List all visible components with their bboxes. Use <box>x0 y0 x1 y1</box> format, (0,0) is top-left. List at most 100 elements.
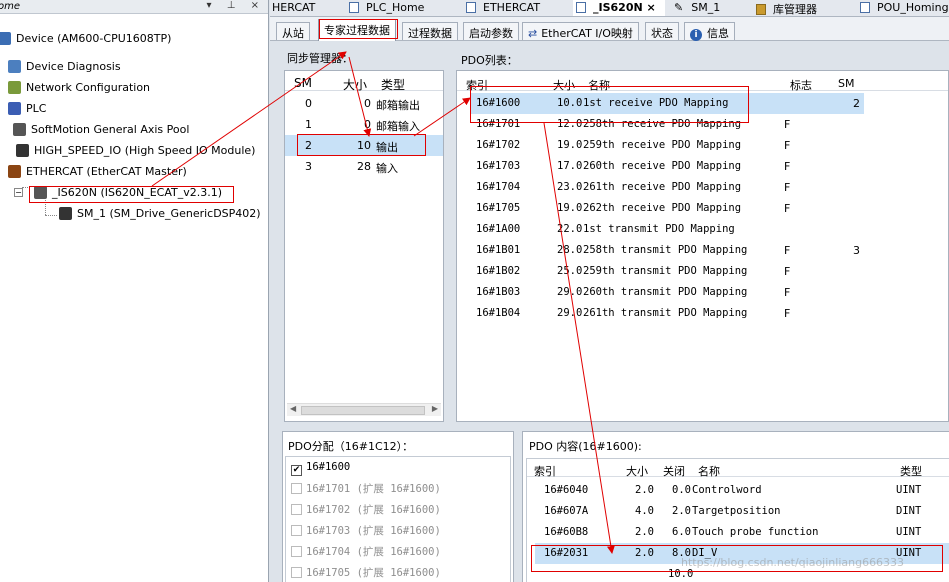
checkbox-icon[interactable] <box>291 525 302 536</box>
checkbox-icon[interactable] <box>291 546 302 557</box>
tab-process-data[interactable]: 过程数据 <box>402 22 458 40</box>
tree-node[interactable]: Device (AM600-CPU1608TP) <box>0 32 171 52</box>
tree-node[interactable]: SM_1 (SM_Drive_GenericDSP402) <box>59 207 261 227</box>
pdo-size: 25.0 <box>557 265 583 277</box>
pdo-list-row[interactable]: 16#1701 12.0 258th receive PDO Mapping F <box>457 114 948 135</box>
pdo-assign-item[interactable]: 16#1703 (扩展 16#1600) <box>291 523 441 544</box>
sync-manager-row[interactable]: 1 0 邮箱输入 <box>285 114 443 135</box>
pdo-size: 29.0 <box>557 286 583 298</box>
column-header-sm[interactable]: SM <box>838 77 854 90</box>
tab-label: 过程数据 <box>408 27 452 40</box>
entry-index: 16#607A <box>544 505 589 517</box>
sync-manager-row[interactable]: 2 10 输出 <box>285 135 443 156</box>
tab-startup-parameters[interactable]: 启动参数 <box>463 22 519 40</box>
pdo-flag: F <box>784 307 791 320</box>
tab-ethercat-partial[interactable]: HERCAT <box>272 0 315 16</box>
pdo-list-row[interactable]: 16#1705 19.0 262th receive PDO Mapping F <box>457 198 948 219</box>
checkbox-icon[interactable] <box>291 504 302 515</box>
ethercat-master-icon <box>8 165 21 178</box>
tab-ethercat-io-mapping[interactable]: ⇄ EtherCAT I/O映射 <box>522 22 639 40</box>
tree-node[interactable]: _IS620N (IS620N_ECAT_v2.3.1) <box>34 186 222 206</box>
tab-label: PLC_Home <box>366 1 425 14</box>
pdo-assign-item[interactable]: 16#1702 (扩展 16#1600) <box>291 502 441 523</box>
sync-manager-row[interactable]: 3 28 输入 <box>285 156 443 177</box>
tab-slave[interactable]: 从站 <box>276 22 310 40</box>
column-header-flags[interactable]: 标志 <box>790 77 812 93</box>
column-header-name[interactable]: 名称 <box>588 77 610 93</box>
pdo-size: 19.0 <box>557 202 583 214</box>
pdo-sm: 2 <box>853 97 860 110</box>
pdo-content-row[interactable]: 16#6040 2.0 0.0 Controlword UINT <box>527 480 949 501</box>
pdo-list-row[interactable]: 16#1600 10.0 1st receive PDO Mapping 2 <box>471 93 864 114</box>
column-header-type[interactable]: 类型 <box>900 463 922 479</box>
tree-node[interactable]: Device Diagnosis <box>8 60 121 80</box>
tree-node[interactable]: ETHERCAT (EtherCAT Master) <box>8 165 187 185</box>
pdo-assign-item[interactable]: ✔ 16#1600 <box>291 460 350 481</box>
scroll-left-icon[interactable]: ◀ <box>290 404 296 413</box>
pdo-assign-item[interactable]: 16#1704 (扩展 16#1600) <box>291 544 441 565</box>
tree-node-label: Device (AM600-CPU1608TP) <box>16 32 172 45</box>
tab-sm1[interactable]: ✎ SM_1 <box>674 0 720 16</box>
pdo-size: 29.0 <box>557 307 583 319</box>
sm-size: 28 <box>357 160 371 173</box>
pdo-content-row[interactable]: 16#60B8 2.0 6.0 Touch probe function UINT <box>527 522 949 543</box>
pdo-list-row[interactable]: 16#1704 23.0 261th receive PDO Mapping F <box>457 177 948 198</box>
pdo-list-row[interactable]: 16#1703 17.0 260th receive PDO Mapping F <box>457 156 948 177</box>
tree-node[interactable]: SoftMotion General Axis Pool <box>13 123 189 143</box>
pdo-size: 19.0 <box>557 139 583 151</box>
sm-type: 输出 <box>376 141 398 154</box>
pdo-assign-list-frame: ✔ 16#1600 16#1701 (扩展 16#1600) 16#1702 (扩展 … <box>285 456 511 582</box>
checkbox-checked-icon[interactable]: ✔ <box>291 465 302 476</box>
pdo-assign-item[interactable]: 16#1701 (扩展 16#1600) <box>291 481 441 502</box>
sync-manager-row[interactable]: 0 0 邮箱输出 <box>285 93 443 114</box>
sm-size: 0 <box>364 97 371 110</box>
tree-node[interactable]: PLC <box>8 102 46 122</box>
pdo-list-row[interactable]: 16#1B01 28.0 258th transmit PDO Mapping F 3 <box>457 240 948 261</box>
scroll-thumb[interactable] <box>301 406 425 415</box>
tab-plc-home[interactable]: PLC_Home <box>349 0 425 16</box>
scroll-right-icon[interactable]: ▶ <box>432 404 438 413</box>
tree-node-label: ETHERCAT (EtherCAT Master) <box>26 165 187 178</box>
tab-status[interactable]: 状态 <box>645 22 679 40</box>
tree-expander[interactable]: − <box>14 188 23 197</box>
column-header-sm[interactable]: SM <box>294 76 312 90</box>
tree-node[interactable]: HIGH_SPEED_IO (High Speed IO Module) <box>16 144 255 164</box>
tab-is620n[interactable]: _IS620N × <box>573 0 665 16</box>
sm-number: 1 <box>305 118 312 131</box>
tab-library-manager[interactable]: 库管理器 <box>756 0 817 16</box>
column-header-offset[interactable]: 关闭 <box>663 463 685 479</box>
tab-expert-process-data[interactable]: 专家过程数据 <box>318 19 396 41</box>
pdo-list-row[interactable]: 16#1702 19.0 259th receive PDO Mapping F <box>457 135 948 156</box>
pdo-list-row[interactable]: 16#1B02 25.0 259th transmit PDO Mapping F <box>457 261 948 282</box>
column-header-name[interactable]: 名称 <box>698 463 720 479</box>
pdo-assign-title: PDO分配（16#1C12）： <box>288 440 414 453</box>
tree-connector <box>45 215 57 216</box>
column-header-index[interactable]: 索引 <box>534 463 556 479</box>
column-header-size[interactable]: 大小 <box>626 463 648 479</box>
pdo-name: 258th receive PDO Mapping <box>583 118 742 130</box>
close-icon[interactable]: × <box>647 1 656 14</box>
pdo-index: 16#1703 <box>476 160 521 172</box>
pdo-content-row[interactable]: 16#607A 4.0 2.0 Targetposition DINT <box>527 501 949 522</box>
pdo-assign-item[interactable]: 16#1705 (扩展 16#1600) <box>291 565 441 582</box>
checkbox-icon[interactable] <box>291 483 302 494</box>
entry-name: Controlword <box>692 484 762 496</box>
column-header-type[interactable]: 类型 <box>381 76 405 93</box>
column-header-size[interactable]: 大小 <box>553 77 575 93</box>
tab-pou-homing[interactable]: POU_Homing <box>860 0 949 16</box>
tree-node[interactable]: Network Configuration <box>8 81 150 101</box>
pdo-list-row[interactable]: 16#1B03 29.0 260th transmit PDO Mapping F <box>457 282 948 303</box>
sync-manager-table: SM 大小 类型 0 0 邮箱输出 1 0 邮箱输入 2 10 输出 3 28 输入 <box>284 70 444 422</box>
tab-ethercat[interactable]: ETHERCAT <box>466 0 540 16</box>
tab-info[interactable]: i 信息 <box>684 22 735 41</box>
pdo-list-row[interactable]: 16#1B04 29.0 261th transmit PDO Mapping F <box>457 303 948 324</box>
sync-manager-hscroll[interactable]: ◀ ▶ <box>287 403 441 416</box>
tree-node-label: _IS620N (IS620N_ECAT_v2.3.1) <box>52 186 223 199</box>
pdo-flag: F <box>784 265 791 278</box>
pdo-flag: F <box>784 181 791 194</box>
column-header-size[interactable]: 大小 <box>343 76 367 93</box>
column-header-index[interactable]: 索引 <box>466 77 488 93</box>
device-tree-window-buttons[interactable]: ▾ ⊥ × <box>207 0 265 11</box>
pdo-list-row[interactable]: 16#1A00 22.0 1st transmit PDO Mapping <box>457 219 948 240</box>
checkbox-icon[interactable] <box>291 567 302 578</box>
